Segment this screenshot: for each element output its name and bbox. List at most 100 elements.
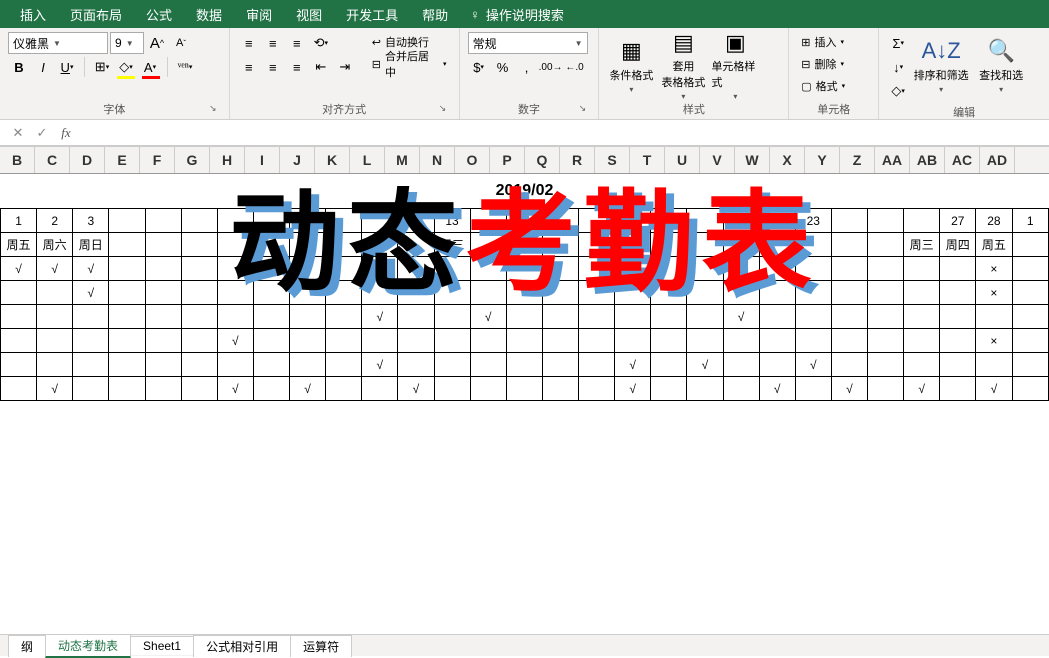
cell[interactable]: √ xyxy=(73,257,109,281)
cell[interactable] xyxy=(362,257,398,281)
cell[interactable]: × xyxy=(976,281,1012,305)
cell[interactable] xyxy=(109,353,145,377)
number-group-launcher[interactable]: ↘ xyxy=(576,103,588,115)
decrease-font-size-button[interactable]: Aˇ xyxy=(170,32,192,54)
cell[interactable] xyxy=(217,257,253,281)
cell[interactable] xyxy=(181,233,217,257)
font-size-combo[interactable]: 9 ▼ xyxy=(110,32,144,54)
cell[interactable] xyxy=(506,329,542,353)
cell[interactable] xyxy=(759,281,795,305)
col-header[interactable]: D xyxy=(70,147,105,173)
cell[interactable] xyxy=(326,329,362,353)
cell[interactable] xyxy=(687,209,723,233)
cell[interactable]: √ xyxy=(615,353,651,377)
cell[interactable] xyxy=(362,281,398,305)
col-header[interactable]: J xyxy=(280,147,315,173)
cell[interactable] xyxy=(651,257,687,281)
cell[interactable] xyxy=(398,209,434,233)
cell[interactable] xyxy=(831,257,867,281)
cell[interactable] xyxy=(470,233,506,257)
cell[interactable] xyxy=(109,377,145,401)
align-bottom-button[interactable]: ≡ xyxy=(286,32,308,54)
cell[interactable] xyxy=(398,353,434,377)
cell[interactable] xyxy=(542,233,578,257)
cell[interactable] xyxy=(831,329,867,353)
cell[interactable]: √ xyxy=(470,305,506,329)
cell[interactable]: √ xyxy=(1,257,37,281)
cell[interactable] xyxy=(615,281,651,305)
cell[interactable]: √ xyxy=(759,377,795,401)
cell[interactable] xyxy=(253,377,289,401)
cell[interactable] xyxy=(1012,377,1049,401)
cell[interactable] xyxy=(434,305,470,329)
col-header[interactable]: X xyxy=(770,147,805,173)
cell[interactable]: √ xyxy=(37,257,73,281)
merge-center-button[interactable]: ⊟ 合并后居中 ▾ xyxy=(368,54,451,74)
percent-button[interactable]: % xyxy=(492,56,514,78)
cell[interactable] xyxy=(723,353,759,377)
cell[interactable] xyxy=(904,329,940,353)
cell[interactable] xyxy=(687,281,723,305)
align-top-button[interactable]: ≡ xyxy=(238,32,260,54)
cell[interactable] xyxy=(579,329,615,353)
cell[interactable]: 1 xyxy=(1,209,37,233)
cell[interactable] xyxy=(651,281,687,305)
cell[interactable] xyxy=(579,281,615,305)
cell[interactable] xyxy=(253,353,289,377)
cell[interactable] xyxy=(217,281,253,305)
cell[interactable] xyxy=(615,305,651,329)
col-header[interactable]: I xyxy=(245,147,280,173)
cell[interactable] xyxy=(904,353,940,377)
cell[interactable]: 周四 xyxy=(940,233,976,257)
cell[interactable] xyxy=(579,209,615,233)
increase-indent-button[interactable]: ⇥ xyxy=(334,56,356,78)
col-header[interactable]: P xyxy=(490,147,525,173)
cell[interactable] xyxy=(470,209,506,233)
cell[interactable]: 周五 xyxy=(976,233,1012,257)
cell[interactable] xyxy=(831,209,867,233)
cell[interactable] xyxy=(326,377,362,401)
decrease-decimal-button[interactable]: ←.0 xyxy=(564,56,586,78)
cell[interactable] xyxy=(73,305,109,329)
accounting-format-button[interactable]: $▾ xyxy=(468,56,490,78)
cell[interactable] xyxy=(253,281,289,305)
cell[interactable]: 2 xyxy=(37,209,73,233)
cell[interactable] xyxy=(795,377,831,401)
cell[interactable]: √ xyxy=(362,305,398,329)
cell[interactable] xyxy=(940,353,976,377)
cell[interactable]: √ xyxy=(217,377,253,401)
cell[interactable] xyxy=(795,281,831,305)
align-middle-button[interactable]: ≡ xyxy=(262,32,284,54)
cell[interactable] xyxy=(651,377,687,401)
cell[interactable] xyxy=(326,233,362,257)
cell[interactable] xyxy=(73,329,109,353)
cell[interactable] xyxy=(470,281,506,305)
cell[interactable] xyxy=(687,305,723,329)
align-right-button[interactable]: ≡ xyxy=(286,56,308,78)
cell[interactable] xyxy=(976,353,1012,377)
bold-button[interactable]: B xyxy=(8,56,30,78)
col-header[interactable]: C xyxy=(35,147,70,173)
cell[interactable] xyxy=(362,377,398,401)
cell[interactable] xyxy=(326,257,362,281)
align-left-button[interactable]: ≡ xyxy=(238,56,260,78)
col-header[interactable]: B xyxy=(0,147,35,173)
cell[interactable] xyxy=(1,377,37,401)
col-header[interactable]: AC xyxy=(945,147,980,173)
font-group-launcher[interactable]: ↘ xyxy=(207,103,219,115)
cell[interactable] xyxy=(434,281,470,305)
cell[interactable] xyxy=(326,209,362,233)
cell[interactable] xyxy=(868,353,904,377)
cell[interactable] xyxy=(145,209,181,233)
tab-view[interactable]: 视图 xyxy=(284,0,334,30)
cell[interactable]: √ xyxy=(398,377,434,401)
cell[interactable] xyxy=(542,329,578,353)
cell[interactable] xyxy=(868,305,904,329)
cell[interactable] xyxy=(759,305,795,329)
cell[interactable] xyxy=(868,281,904,305)
alignment-group-launcher[interactable]: ↘ xyxy=(437,103,449,115)
col-header[interactable]: G xyxy=(175,147,210,173)
cell[interactable] xyxy=(940,257,976,281)
cell[interactable]: 27 xyxy=(940,209,976,233)
cell[interactable] xyxy=(145,353,181,377)
